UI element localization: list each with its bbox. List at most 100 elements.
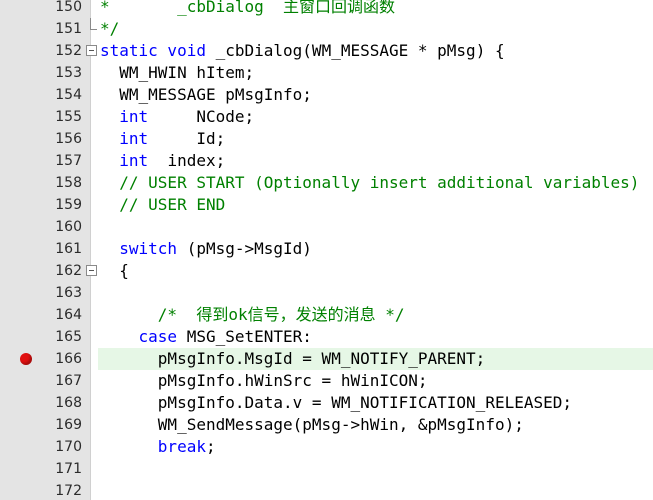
line-number: 158 (55, 175, 82, 191)
code-text[interactable]: // USER START (Optionally insert additio… (100, 172, 639, 194)
code-line[interactable]: 165 case MSG_SetENTER: (0, 326, 653, 348)
code-line[interactable]: 164 /* 得到ok信号，发送的消息 */ (0, 304, 653, 326)
code-line[interactable]: 153 WM_HWIN hItem; (0, 62, 653, 84)
code-text[interactable]: /* 得到ok信号，发送的消息 */ (100, 304, 405, 326)
code-line[interactable]: 168 pMsgInfo.Data.v = WM_NOTIFICATION_RE… (0, 392, 653, 414)
code-text[interactable]: switch (pMsg->MsgId) (100, 238, 312, 260)
line-number: 155 (55, 109, 82, 125)
line-number: 161 (55, 241, 82, 257)
line-number: 156 (55, 131, 82, 147)
code-line[interactable]: 163 (0, 282, 653, 304)
fold-collapse-icon[interactable] (86, 265, 97, 276)
line-number: 164 (55, 307, 82, 323)
code-line[interactable]: 170 break; (0, 436, 653, 458)
code-line[interactable]: 152 static void _cbDialog(WM_MESSAGE * pM… (0, 40, 653, 62)
line-number: 160 (55, 219, 82, 235)
code-text[interactable]: // USER END (100, 194, 225, 216)
code-text[interactable]: int index; (100, 150, 225, 172)
code-plain: WM_MESSAGE pMsgInfo; (100, 85, 312, 104)
code-rest: (pMsg->MsgId) (177, 239, 312, 258)
code-text[interactable]: case MSG_SetENTER: (100, 326, 312, 348)
code-line[interactable]: 172 (0, 480, 653, 500)
comment-text: // USER START (Optionally insert additio… (100, 173, 640, 192)
code-line[interactable]: 157 int index; (0, 150, 653, 172)
code-text[interactable]: * _cbDialog 主窗口回调函数 (100, 0, 395, 18)
line-number: 168 (55, 395, 82, 411)
line-number: 152 (55, 43, 82, 59)
line-number: 162 (55, 263, 82, 279)
code-rest: index; (148, 151, 226, 170)
code-editor[interactable]: 150 * _cbDialog 主窗口回调函数 151 */ 152 static voi… (0, 0, 653, 500)
code-line[interactable]: 166 pMsgInfo.MsgId = WM_NOTIFY_PARENT; (0, 348, 653, 370)
code-text[interactable]: WM_HWIN hItem; (100, 62, 254, 84)
code-text[interactable]: break; (100, 436, 216, 458)
code-rest: Id; (148, 129, 226, 148)
line-number: 163 (55, 285, 82, 301)
code-line[interactable]: 150 * _cbDialog 主窗口回调函数 (0, 0, 653, 18)
code-plain: pMsgInfo.MsgId = WM_NOTIFY_PARENT; (100, 349, 486, 368)
code-text[interactable]: WM_SendMessage(pMsg->hWin, &pMsgInfo); (100, 414, 524, 436)
line-number: 169 (55, 417, 82, 433)
code-text[interactable]: int Id; (100, 128, 225, 150)
code-rest: MSG_SetENTER: (177, 327, 312, 346)
line-number: 151 (55, 21, 82, 37)
keyword-text: int (119, 107, 149, 126)
code-line[interactable]: 158 // USER START (Optionally insert add… (0, 172, 653, 194)
code-text[interactable]: */ (100, 18, 119, 40)
line-number: 157 (55, 153, 82, 169)
line-number: 170 (55, 439, 82, 455)
fold-end-marker (90, 18, 97, 30)
code-text[interactable]: { (100, 260, 129, 282)
code-rest: _cbDialog(WM_MESSAGE * pMsg) { (205, 41, 505, 60)
code-text[interactable]: WM_MESSAGE pMsgInfo; (100, 84, 312, 106)
line-number: 172 (55, 483, 82, 499)
code-plain: pMsgInfo.Data.v = WM_NOTIFICATION_RELEAS… (100, 393, 573, 412)
keyword-text: static void (100, 41, 206, 60)
code-line[interactable]: 160 (0, 216, 653, 238)
code-plain: WM_SendMessage(pMsg->hWin, &pMsgInfo); (100, 415, 524, 434)
keyword-text: case (138, 327, 178, 346)
keyword-text: break (157, 437, 206, 456)
code-plain: WM_HWIN hItem; (100, 63, 255, 82)
code-plain: { (100, 261, 129, 280)
line-number: 171 (55, 461, 82, 477)
line-number: 166 (55, 351, 82, 367)
comment-text: * _cbDialog 主窗口回调函数 (100, 0, 396, 16)
code-text[interactable]: pMsgInfo.hWinSrc = hWinICON; (100, 370, 428, 392)
code-line[interactable]: 161 switch (pMsg->MsgId) (0, 238, 653, 260)
code-text[interactable]: static void _cbDialog(WM_MESSAGE * pMsg)… (100, 40, 505, 62)
code-line[interactable]: 151 */ (0, 18, 653, 40)
line-number: 167 (55, 373, 82, 389)
keyword-text: int (119, 151, 149, 170)
code-rest: ; (205, 437, 216, 456)
comment-text: // USER END (100, 195, 226, 214)
code-rest: NCode; (148, 107, 255, 126)
code-line[interactable]: 154 WM_MESSAGE pMsgInfo; (0, 84, 653, 106)
code-plain: pMsgInfo.hWinSrc = hWinICON; (100, 371, 428, 390)
code-line[interactable]: 167 pMsgInfo.hWinSrc = hWinICON; (0, 370, 653, 392)
code-line[interactable]: 156 int Id; (0, 128, 653, 150)
code-text[interactable]: int NCode; (100, 106, 254, 128)
fold-collapse-icon[interactable] (86, 45, 97, 56)
line-number: 159 (55, 197, 82, 213)
code-line[interactable]: 159 // USER END (0, 194, 653, 216)
code-text[interactable]: pMsgInfo.Data.v = WM_NOTIFICATION_RELEAS… (100, 392, 572, 414)
keyword-text: switch (119, 239, 178, 258)
code-text[interactable]: pMsgInfo.MsgId = WM_NOTIFY_PARENT; (100, 348, 486, 370)
line-number: 150 (55, 0, 82, 15)
line-number: 153 (55, 65, 82, 81)
breakpoint-icon[interactable] (20, 353, 32, 365)
code-line[interactable]: 162 { (0, 260, 653, 282)
keyword-text: int (119, 129, 149, 148)
comment-text: /* 得到ok信号，发送的消息 */ (100, 305, 405, 324)
line-number: 165 (55, 329, 82, 345)
code-line[interactable]: 155 int NCode; (0, 106, 653, 128)
code-line[interactable]: 171 (0, 458, 653, 480)
code-line[interactable]: 169 WM_SendMessage(pMsg->hWin, &pMsgInfo… (0, 414, 653, 436)
